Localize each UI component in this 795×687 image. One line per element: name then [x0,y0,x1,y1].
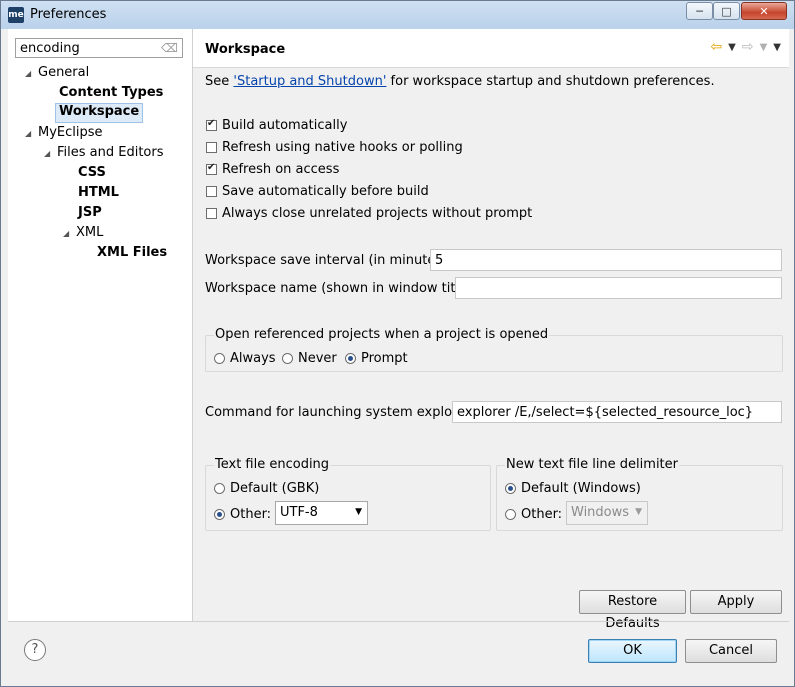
delimiter-select[interactable]: Windows ▼ [566,501,648,525]
page-title: Workspace [205,42,286,57]
filter-input-value: encoding [20,41,80,56]
open-referenced-projects-title: Open referenced projects when a project … [214,327,550,342]
title-bar[interactable]: me Preferences ─ □ ✕ [1,1,794,29]
tree-item-css[interactable]: CSS [78,164,106,182]
radio-circle[interactable] [345,353,356,364]
checkbox-box[interactable] [206,118,217,131]
minimize-icon: ─ [696,4,703,18]
view-menu-chevron-icon[interactable]: ▼ [773,42,781,53]
filter-input[interactable]: encoding ⌫ [15,38,183,58]
clear-filter-icon[interactable]: ⌫ [161,41,178,55]
expanded-arrow-icon[interactable]: ◢ [44,145,54,163]
radio-circle[interactable] [282,353,293,364]
back-menu-chevron-icon[interactable]: ▼ [728,42,736,53]
intro-text: See 'Startup and Shutdown' for workspace… [205,74,715,89]
tree-item-jsp[interactable]: JSP [78,204,102,222]
page-navigation: ⇦ ▼ ⇨ ▼ ▼ [710,39,781,55]
checkbox-box[interactable] [206,208,217,219]
tree-item-files-and-editors[interactable]: ◢ Files and Editors [44,144,164,162]
radio-circle[interactable] [214,483,225,494]
startup-shutdown-link[interactable]: 'Startup and Shutdown' [233,74,386,89]
radio-prompt[interactable]: Prompt [345,351,408,366]
maximize-button[interactable]: □ [713,2,740,20]
radio-circle[interactable] [214,353,225,364]
radio-never[interactable]: Never [282,351,337,366]
text-file-encoding-group: Text file encoding Default (GBK) Other: … [205,457,491,531]
radio-circle[interactable] [505,509,516,520]
radio-delimiter-default[interactable]: Default (Windows) [505,481,641,496]
window-title: Preferences [30,7,107,22]
tree-item-general[interactable]: ◢ General [25,64,89,82]
save-interval-input[interactable]: 5 [430,249,782,271]
expanded-arrow-icon[interactable]: ◢ [25,125,35,143]
line-delimiter-group: New text file line delimiter Default (Wi… [496,457,783,531]
forward-arrow-icon[interactable]: ⇨ [742,39,754,55]
tree-item-xml-files[interactable]: XML Files [97,244,167,262]
save-before-build-checkbox[interactable]: Save automatically before build [206,184,429,199]
build-automatically-checkbox[interactable]: Build automatically [206,118,347,133]
page-header: Workspace ⇦ ▼ ⇨ ▼ ▼ [193,29,789,68]
close-icon: ✕ [759,4,769,18]
tree-item-content-types[interactable]: Content Types [59,84,163,102]
workspace-name-label: Workspace name (shown in window title): [205,281,477,296]
radio-encoding-default[interactable]: Default (GBK) [214,481,319,496]
restore-defaults-button[interactable]: Restore Defaults [579,590,686,631]
maximize-icon: □ [721,4,732,18]
close-unrelated-projects-checkbox[interactable]: Always close unrelated projects without … [206,206,532,221]
preferences-window: me Preferences ─ □ ✕ encoding ⌫ ◢ General… [0,0,795,687]
refresh-on-access-checkbox[interactable]: Refresh on access [206,162,339,177]
open-referenced-projects-group: Open referenced projects when a project … [205,327,783,372]
workspace-name-input[interactable] [455,277,782,299]
cancel-button[interactable]: Cancel [685,639,777,663]
expanded-arrow-icon[interactable]: ◢ [63,225,73,243]
checkbox-box[interactable] [206,162,217,175]
expanded-arrow-icon[interactable]: ◢ [25,65,35,83]
radio-circle[interactable] [505,483,516,494]
line-delimiter-title: New text file line delimiter [505,457,679,472]
save-interval-label: Workspace save interval (in minutes): [205,253,452,268]
ok-button[interactable]: OK [588,639,677,663]
help-icon[interactable]: ? [24,639,46,661]
preference-tree-panel: encoding ⌫ ◢ General Content Types Worksp… [8,29,193,621]
radio-encoding-other[interactable]: Other: [214,507,271,522]
workspace-page: Workspace ⇦ ▼ ⇨ ▼ ▼ See 'Startup and Shu… [193,29,789,631]
text-file-encoding-title: Text file encoding [214,457,331,472]
refresh-native-hooks-checkbox[interactable]: Refresh using native hooks or polling [206,140,463,155]
encoding-select[interactable]: UTF-8 ▼ [275,501,368,525]
minimize-button[interactable]: ─ [686,2,713,20]
apply-button[interactable]: Apply [690,590,782,614]
chevron-down-icon: ▼ [635,507,642,517]
back-arrow-icon[interactable]: ⇦ [710,39,722,55]
close-button[interactable]: ✕ [741,2,787,20]
explorer-command-input[interactable]: explorer /E,/select=${selected_resource_… [452,401,782,423]
radio-circle[interactable] [214,509,225,520]
chevron-down-icon: ▼ [355,507,362,517]
checkbox-box[interactable] [206,186,217,197]
tree-item-html[interactable]: HTML [78,184,119,202]
checkbox-box[interactable] [206,142,217,153]
tree-item-xml[interactable]: ◢ XML [63,224,103,242]
radio-delimiter-other[interactable]: Other: [505,507,562,522]
forward-menu-chevron-icon[interactable]: ▼ [760,42,768,53]
tree-item-workspace[interactable]: Workspace [55,103,144,123]
tree-item-myeclipse[interactable]: ◢ MyEclipse [25,124,103,142]
radio-always[interactable]: Always [214,351,276,366]
explorer-command-label: Command for launching system explorer: [205,405,475,420]
myeclipse-app-icon: me [8,7,24,23]
footer-separator [8,621,789,622]
